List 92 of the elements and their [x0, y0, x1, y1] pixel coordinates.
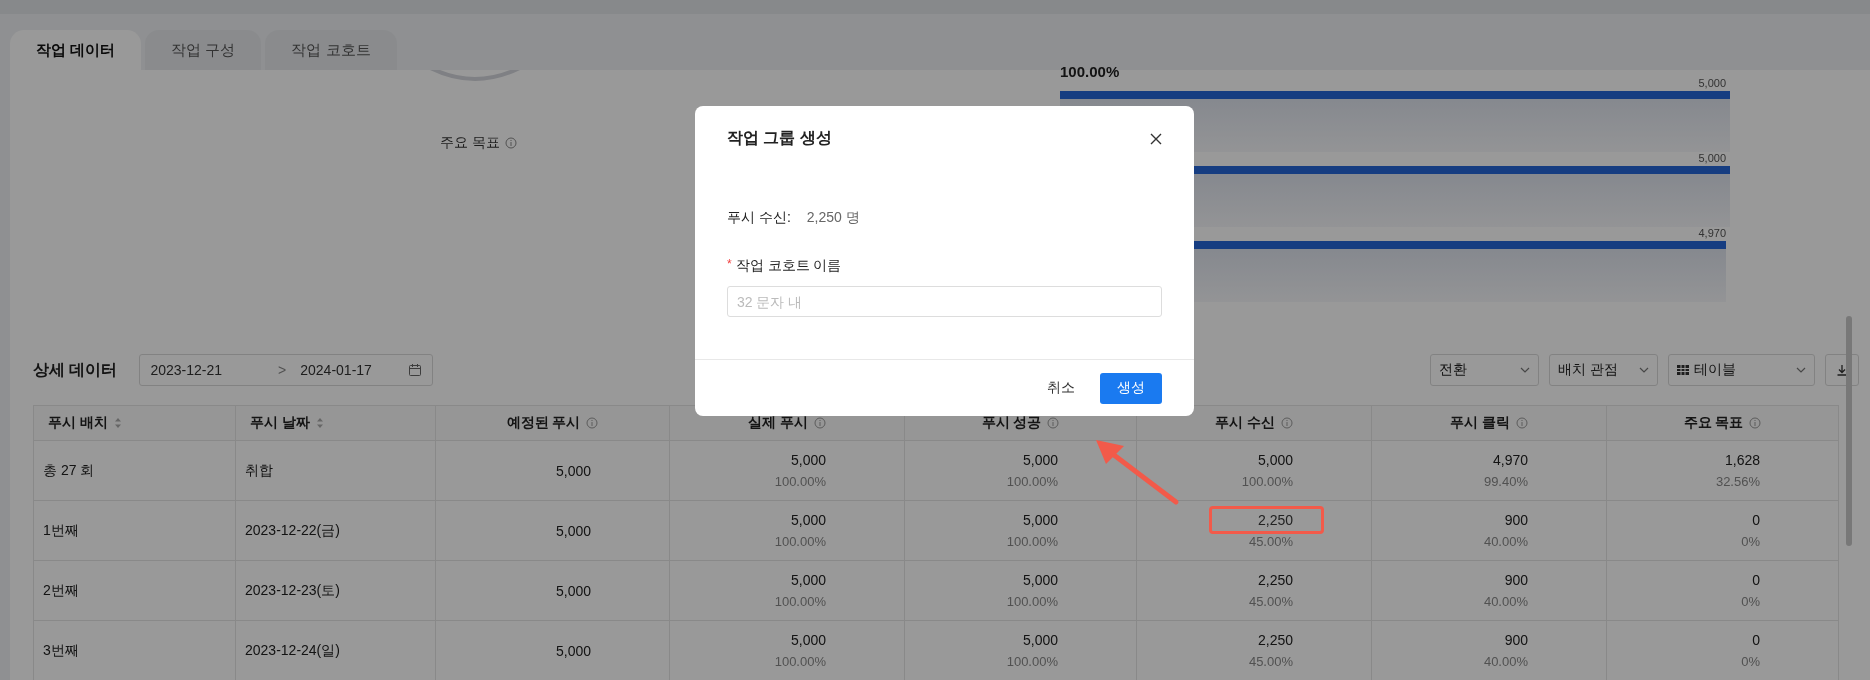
column-header[interactable]: 주요 목표 — [1606, 406, 1838, 440]
cell-percent: 100.00% — [1006, 474, 1058, 489]
funnel-value: 5,000 — [1698, 77, 1726, 91]
date-range-field[interactable]: 2023-12-21 > 2024-01-17 — [139, 354, 434, 386]
cell-percent: 100.00% — [1241, 474, 1293, 489]
cell-percent: 40.00% — [1483, 534, 1528, 549]
funnel-value: 4,970 — [1698, 227, 1726, 241]
cell-value: 5,000 — [1257, 452, 1293, 468]
info-icon — [586, 417, 599, 429]
cell-value: 5,000 — [555, 462, 591, 479]
select-field[interactable]: 전환 — [1430, 354, 1539, 386]
info-icon — [504, 137, 517, 149]
chevron-icon — [1520, 367, 1530, 373]
funnel-percent: 100.00% — [1060, 67, 1121, 77]
cell-percent: 40.00% — [1483, 654, 1528, 669]
field-label: 작업 코호트 이름 — [735, 257, 842, 275]
cell-percent: 45.00% — [1248, 654, 1293, 669]
input-field[interactable]: 32 문자 내 — [727, 286, 1162, 317]
cell-value: 2,250 — [1257, 572, 1293, 588]
sort-icon — [113, 417, 122, 429]
funnel-value: 5,000 — [1698, 152, 1726, 166]
cell-value: 5,000 — [1022, 632, 1058, 648]
cell-value: 2,250 — [1257, 632, 1293, 648]
chevron-icon — [1639, 367, 1649, 373]
cell-percent: 40.00% — [1483, 594, 1528, 609]
table-cell-text: 2번째 — [42, 580, 80, 600]
tab[interactable]: 작업 코호트 — [265, 30, 397, 70]
tab[interactable]: 작업 구성 — [145, 30, 262, 70]
cell-value: 5,000 — [1022, 572, 1058, 588]
cell-value: 5,000 — [1022, 512, 1058, 528]
cell-percent: 100.00% — [774, 474, 826, 489]
cell-percent: 100.00% — [774, 534, 826, 549]
grid-icon — [1677, 364, 1689, 376]
table-cell: 2023-12-22(금) — [235, 501, 435, 560]
info-icon — [1749, 417, 1762, 429]
cell-value: 0 — [1752, 512, 1760, 528]
table-cell-text: 1번째 — [42, 520, 80, 540]
cell-percent: 100.00% — [774, 594, 826, 609]
cell-value: 5,000 — [790, 572, 826, 588]
cell-percent: 45.00% — [1248, 594, 1293, 609]
cell-value: 5,000 — [790, 632, 826, 648]
column-header[interactable]: 푸시 날짜 — [235, 406, 435, 440]
section-title: 상세 데이터 — [33, 359, 118, 380]
column-header[interactable]: 푸시 클릭 — [1371, 406, 1606, 440]
cell-percent: 99.40% — [1483, 474, 1528, 489]
cell-value: 5,000 — [555, 582, 591, 599]
cell-value: 900 — [1504, 572, 1528, 588]
column-header[interactable]: 푸시 배치 — [34, 406, 235, 440]
info-icon — [1047, 417, 1060, 429]
chevron-icon — [1796, 367, 1806, 373]
cell-value: 1,628 — [1724, 452, 1760, 468]
table-cell-text: 총 27 회 — [42, 460, 96, 480]
goal-label: 주요 목표 — [440, 134, 500, 152]
cell-value: 900 — [1504, 632, 1528, 648]
cell-percent: 100.00% — [774, 654, 826, 669]
required-mark: * — [727, 257, 732, 273]
create-button[interactable]: 생성 — [1100, 372, 1162, 404]
cell-value: 5,000 — [790, 512, 826, 528]
sort-icon — [315, 417, 324, 429]
info-label: 푸시 수신: — [727, 209, 791, 227]
cell-value: 0 — [1752, 632, 1760, 648]
cell-value: 5,000 — [555, 642, 591, 659]
info-icon — [1280, 417, 1293, 429]
cell-percent: 100.00% — [1006, 534, 1058, 549]
cell-percent: 0% — [1741, 594, 1760, 609]
cell-value: 5,000 — [1022, 452, 1058, 468]
cell-percent: 0% — [1741, 534, 1760, 549]
calendar-icon — [408, 363, 423, 377]
info-value: 2,250 명 — [806, 209, 860, 227]
info-icon — [1515, 417, 1528, 429]
cell-percent: 100.00% — [1006, 594, 1058, 609]
table-cell: 2023-12-23(토) — [235, 561, 435, 620]
cell-percent: 32.56% — [1715, 474, 1760, 489]
cell-value: 900 — [1504, 512, 1528, 528]
tab[interactable]: 작업 데이터 — [10, 30, 142, 70]
cell-value: 5,000 — [790, 452, 826, 468]
table-cell: 취합 — [235, 441, 435, 500]
select-field[interactable]: 테이블 — [1668, 354, 1815, 386]
dialog-title: 작업 그룹 생성 — [727, 128, 832, 148]
cell-percent: 0% — [1741, 654, 1760, 669]
column-header[interactable]: 예정된 푸시 — [435, 406, 669, 440]
cell-value: 4,970 — [1492, 452, 1528, 468]
download-icon — [1836, 364, 1848, 376]
cell-value: 0 — [1752, 572, 1760, 588]
table-cell: 2023-12-24(일) — [235, 621, 435, 680]
cell-percent: 100.00% — [1006, 654, 1058, 669]
select-field[interactable]: 배치 관점 — [1549, 354, 1658, 386]
cell-value: 5,000 — [555, 522, 591, 539]
table-cell-text: 3번째 — [42, 640, 80, 660]
cell-percent: 45.00% — [1248, 534, 1293, 549]
highlighted-value: 2,250 — [1208, 506, 1324, 534]
info-icon — [813, 417, 826, 429]
